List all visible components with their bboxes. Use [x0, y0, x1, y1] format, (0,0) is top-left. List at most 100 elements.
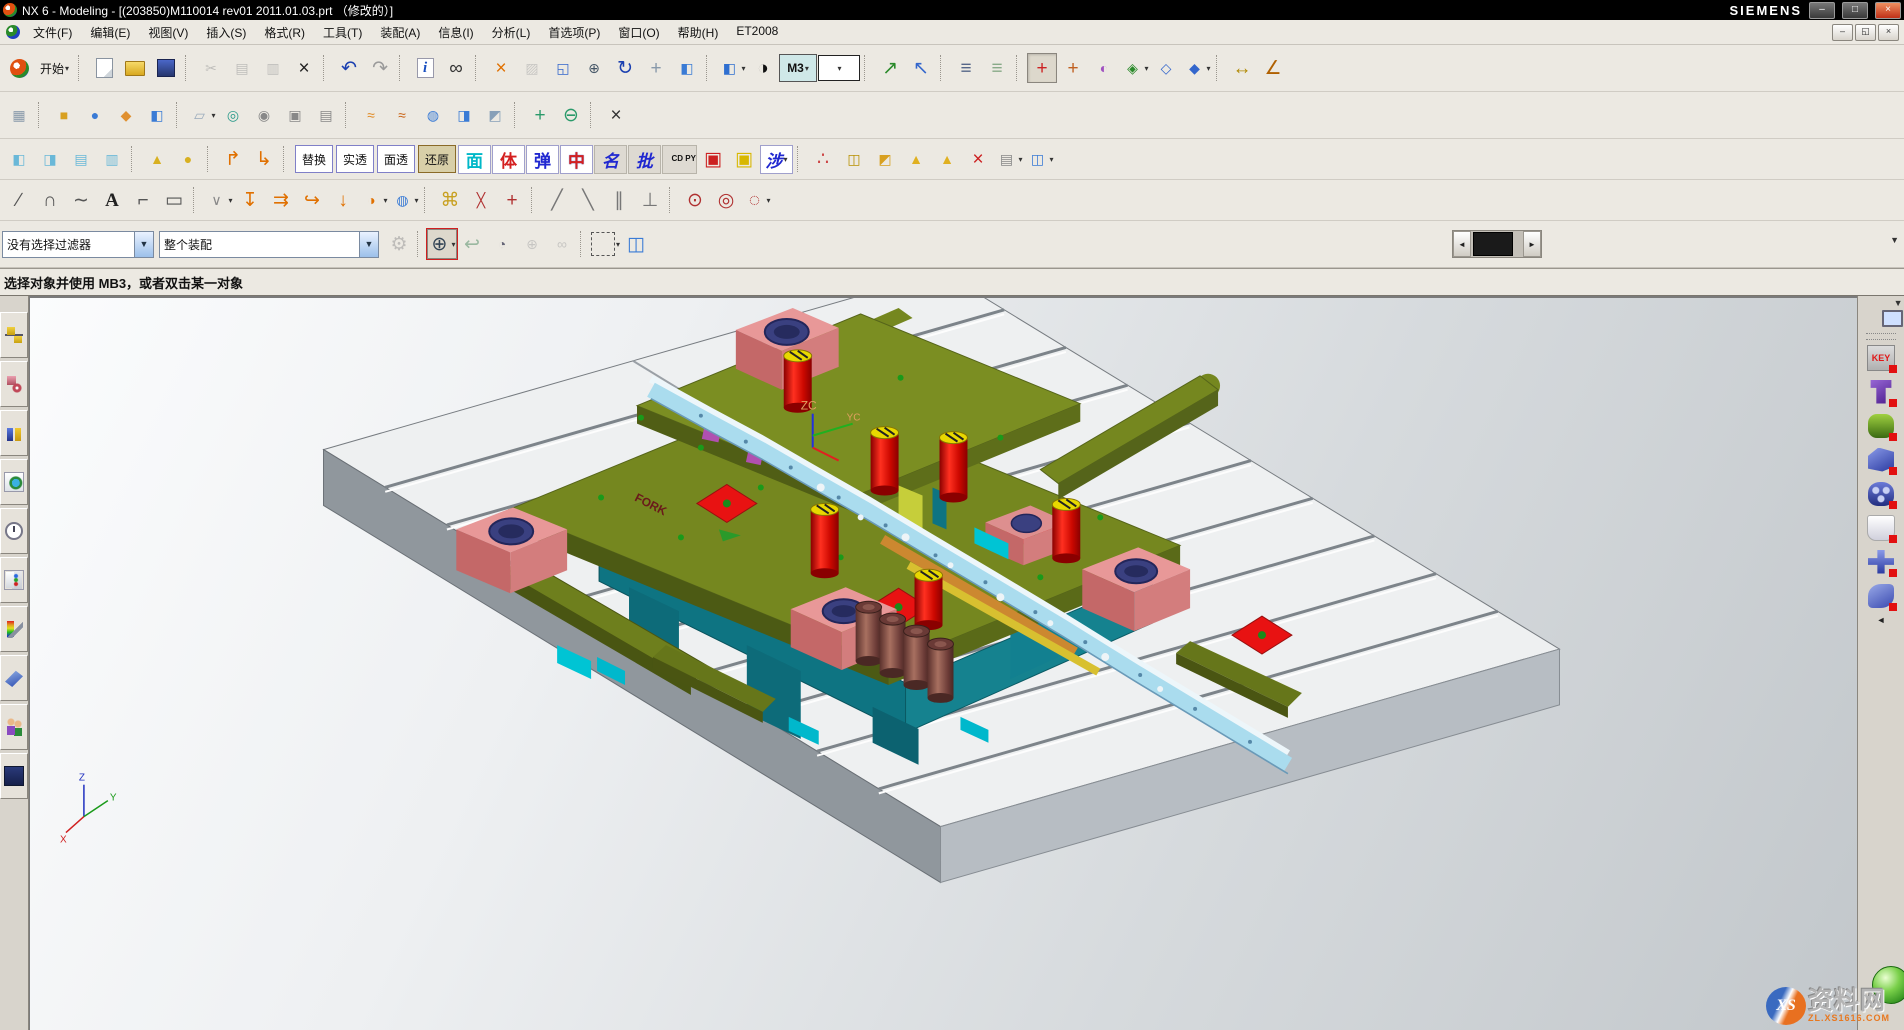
menu-edit[interactable]: 编辑(E): [81, 21, 139, 44]
remove-component-button[interactable]: ×: [963, 144, 993, 174]
selection-gears-button[interactable]: ⚙: [384, 229, 414, 259]
replace-button[interactable]: 替换: [295, 145, 333, 173]
section-curve-button[interactable]: ◑▾: [359, 185, 389, 215]
n-sided-surface-button[interactable]: ▥: [97, 144, 127, 174]
rotate-view-button[interactable]: ↻: [610, 53, 640, 83]
restore-button[interactable]: 还原: [418, 145, 456, 173]
measure-angle-button[interactable]: ∠: [1258, 53, 1288, 83]
cut-button[interactable]: ✂: [196, 53, 226, 83]
reuse-part-cross[interactable]: [1864, 546, 1898, 577]
zoom-in-out-button[interactable]: ⊕: [579, 53, 609, 83]
wcs-dynamics-button[interactable]: +: [1058, 53, 1088, 83]
move-face-button[interactable]: ↗: [875, 53, 905, 83]
redo-button[interactable]: ↷: [365, 53, 395, 83]
snap-point-button[interactable]: ⊕▾: [427, 229, 457, 259]
start-menu-button[interactable]: 开始▾: [35, 53, 74, 83]
dash-line-b-button[interactable]: ╲: [573, 185, 603, 215]
body-select-button[interactable]: 体: [492, 145, 525, 174]
menu-view[interactable]: 视图(V): [139, 21, 197, 44]
extrude-button[interactable]: ◧: [142, 100, 172, 130]
selection-filter-dropdown[interactable]: 没有选择过滤器 ▼: [2, 231, 154, 258]
spline-button[interactable]: ∼: [66, 185, 96, 215]
pull-face-button[interactable]: ↖: [906, 53, 936, 83]
chain-selection-button[interactable]: ∞: [547, 229, 577, 259]
polyline-button[interactable]: ∨▾: [204, 185, 234, 215]
copy-button[interactable]: ▤: [227, 53, 257, 83]
toolbar-overflow-scrollbar[interactable]: ◄ ►: [1452, 230, 1542, 258]
menu-preferences[interactable]: 首选项(P): [539, 21, 609, 44]
reuse-part-cup[interactable]: [1864, 512, 1898, 543]
assembly-navigator-tab[interactable]: [0, 312, 28, 358]
text-button[interactable]: A: [97, 185, 127, 215]
wcs-display-button[interactable]: +: [1027, 53, 1057, 83]
find-component-button[interactable]: ∞: [441, 53, 471, 83]
scroll-thumb[interactable]: [1473, 232, 1513, 256]
menu-insert[interactable]: 插入(S): [197, 21, 255, 44]
tube-button[interactable]: ◍: [418, 100, 448, 130]
menu-help[interactable]: 帮助(H): [669, 21, 728, 44]
corner-button[interactable]: ⌐: [128, 185, 158, 215]
interference-button[interactable]: 涉▾: [760, 145, 793, 174]
undo-button[interactable]: ↶: [334, 53, 364, 83]
wrap-curve-button[interactable]: ◍▾: [390, 185, 420, 215]
face-translucent-button[interactable]: 面透: [377, 145, 415, 173]
spring-tool-button[interactable]: 弹: [526, 145, 559, 174]
menu-analysis[interactable]: 分析(L): [483, 21, 540, 44]
pan-view-button[interactable]: +: [641, 53, 671, 83]
clipboard-new-button[interactable]: ▤▾: [994, 144, 1024, 174]
object-display-button[interactable]: ◐: [1089, 53, 1119, 83]
dropdown-arrow-icon[interactable]: ▼: [359, 232, 378, 257]
yellow-solid-box-button[interactable]: ▣: [729, 144, 759, 174]
fill-surface-button[interactable]: ▲: [142, 144, 172, 174]
selection-scope-dropdown[interactable]: 整个装配 ▼: [159, 231, 379, 258]
scroll-track[interactable]: [1471, 231, 1523, 257]
delete-button[interactable]: ×: [289, 53, 319, 83]
circle-tangent-button[interactable]: ◌▾: [742, 185, 772, 215]
zoom-button[interactable]: ▨: [517, 53, 547, 83]
ruled-surface-button[interactable]: ▤: [66, 144, 96, 174]
cube-select-button[interactable]: ◫: [621, 229, 651, 259]
bridge-curve-button[interactable]: ↪: [297, 185, 327, 215]
toolbar-options-arrow[interactable]: ▼: [1890, 235, 1899, 245]
part-navigator-tab[interactable]: [0, 410, 28, 456]
four-point-surface-button[interactable]: ◧: [4, 144, 34, 174]
rectangle-select-button[interactable]: ▾: [590, 229, 621, 259]
background-style-button[interactable]: ▾: [818, 55, 860, 81]
offset-curve-button[interactable]: ⇉: [266, 185, 296, 215]
window-close-button[interactable]: ×: [1875, 2, 1901, 19]
palette-collapse-arrow[interactable]: ◄: [1877, 615, 1886, 625]
perspective-button[interactable]: ◧: [672, 53, 702, 83]
key-curve-button[interactable]: ⌘: [435, 185, 465, 215]
open-file-button[interactable]: [120, 53, 150, 83]
red-solid-box-button[interactable]: ▣: [698, 144, 728, 174]
fit-view-button[interactable]: ×: [486, 53, 516, 83]
roles-tab[interactable]: [0, 704, 28, 750]
view-m3-button[interactable]: M3▾: [779, 54, 817, 82]
interrupt-button[interactable]: ◔: [487, 229, 517, 259]
cone-button[interactable]: ◆: [111, 100, 141, 130]
dash-line-a-button[interactable]: ╱: [542, 185, 572, 215]
menu-et2008[interactable]: ET2008: [727, 21, 787, 44]
graphics-window[interactable]: FORK FORK: [29, 296, 1857, 1030]
swept-button[interactable]: ≈: [387, 100, 417, 130]
window-maximize-button[interactable]: □: [1842, 2, 1868, 19]
nx-taskbar-icon[interactable]: [4, 53, 34, 83]
subtract-button[interactable]: ⊖: [556, 100, 586, 130]
visualization-tab[interactable]: [0, 606, 28, 652]
name-tool-button[interactable]: 名: [594, 145, 627, 174]
new-file-button[interactable]: [89, 53, 119, 83]
constraint-navigator-tab[interactable]: [0, 361, 28, 407]
pattern-component-button[interactable]: ◩: [870, 144, 900, 174]
delete-face-button[interactable]: ×: [601, 100, 631, 130]
palette-options-arrow[interactable]: ▼: [1894, 298, 1903, 308]
batch-tool-button[interactable]: 批: [628, 145, 661, 174]
information-button[interactable]: i: [410, 53, 440, 83]
snap-point-a-button[interactable]: ◇: [1151, 53, 1181, 83]
move-component-button[interactable]: ∴: [808, 144, 838, 174]
window-minimize-button[interactable]: –: [1809, 2, 1835, 19]
doc-minimize-button[interactable]: –: [1832, 24, 1853, 41]
reuse-part-plate[interactable]: [1864, 478, 1898, 509]
zoom-window-button[interactable]: ◱: [548, 53, 578, 83]
split-body-button[interactable]: ◩: [480, 100, 510, 130]
warn-check-b-button[interactable]: ▲: [932, 144, 962, 174]
